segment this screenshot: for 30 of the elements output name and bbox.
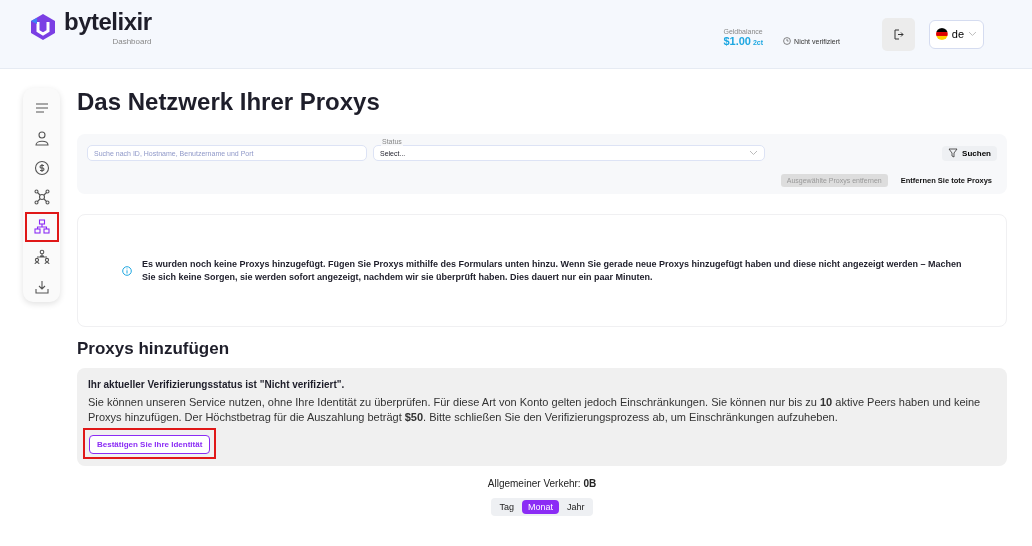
verification-title: Ihr aktueller Verifizierungsstatus ist "Nicht verifiziert". bbox=[88, 379, 346, 390]
user-icon[interactable] bbox=[33, 129, 50, 146]
empty-notice: Es wurden noch keine Proxys hinzugefügt. Fügen Sie Proxys mithilfe des Formulars unten hinzu. Wenn Sie gerade neue Proxys hinzugefügt haben und diese nicht angezeigt werden – Machen Sie sich keine Sorgen, sie werden sofort angezeigt, nachdem wir sie überprüft haben. Dies dauert nur ein paar Minuten. bbox=[142, 257, 963, 284]
balance-value: $1.00 bbox=[723, 34, 751, 47]
brand-name: bytelixir bbox=[64, 8, 152, 35]
flag-icon bbox=[936, 28, 948, 40]
language-select[interactable]: de bbox=[929, 19, 984, 49]
traffic-total: Allgemeiner Verkehr: 0B bbox=[486, 478, 598, 489]
info-icon bbox=[122, 265, 132, 276]
verify-identity-button[interactable]: Bestätigen Sie Ihre Identität bbox=[89, 435, 211, 454]
logout-button[interactable] bbox=[882, 17, 915, 51]
hexagon-logo-icon bbox=[30, 13, 56, 41]
search-button[interactable]: Suchen bbox=[942, 145, 997, 161]
people-tree-icon[interactable] bbox=[33, 249, 50, 266]
period-tab[interactable]: Monat bbox=[522, 500, 559, 514]
network-icon[interactable] bbox=[33, 189, 50, 206]
logout-icon bbox=[893, 28, 904, 40]
sitemap-icon[interactable] bbox=[33, 219, 50, 236]
page-title: Das Netzwerk Ihrer Proxys bbox=[77, 88, 381, 117]
download-icon[interactable] bbox=[33, 279, 50, 296]
clock-icon bbox=[783, 37, 792, 45]
section-heading: Proxys hinzufügen bbox=[77, 339, 231, 360]
period-tab[interactable]: Jahr bbox=[561, 500, 591, 514]
verification-text: Sie können unseren Service nutzen, ohne Ihre Identität zu überprüfen. Für diese Art von Konto gelten jedoch Einschränkungen. Sie können nur bis zu 10 aktive Peers haben und keine Proxys hinzufügen. Der Höchstbetrag für die Auszahlung beträgt $50. Bitte schließen Sie den Verifizierungsprozess ab, um Einschränkungen aufzuheben. bbox=[88, 395, 982, 425]
filter-icon bbox=[948, 148, 959, 158]
dollar-icon[interactable] bbox=[33, 159, 50, 176]
period-tab[interactable]: Tag bbox=[493, 500, 520, 514]
chevron-down-icon bbox=[749, 150, 758, 156]
brand-subtitle: Dashboard bbox=[112, 36, 152, 46]
chevron-down-icon bbox=[968, 31, 977, 37]
